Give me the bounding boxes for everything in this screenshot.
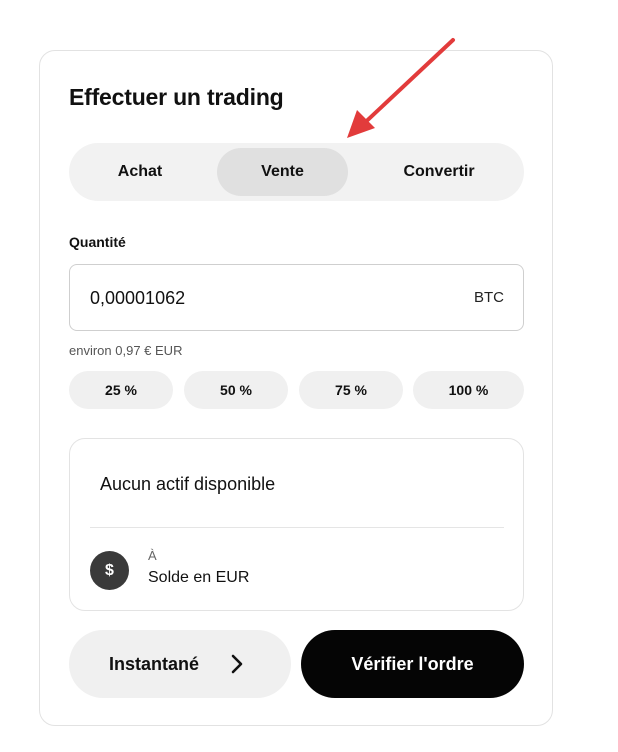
quantity-unit: BTC — [474, 289, 504, 306]
instant-order-button[interactable]: Instantané — [69, 630, 291, 698]
quantity-input[interactable] — [90, 285, 430, 311]
dollar-icon: $ — [90, 551, 129, 590]
trade-type-tabs: Achat Vente Convertir — [69, 143, 524, 201]
balance-eur-label: Solde en EUR — [148, 569, 250, 586]
quantity-field[interactable]: BTC — [69, 264, 524, 331]
chevron-right-icon — [231, 654, 243, 674]
approx-value: environ 0,97 € EUR — [69, 343, 183, 358]
divider — [90, 527, 504, 528]
to-label: À — [148, 548, 157, 563]
instant-order-label: Instantané — [109, 654, 200, 674]
tab-vente[interactable]: Vente — [217, 148, 348, 196]
tab-convertir[interactable]: Convertir — [370, 148, 508, 196]
asset-selector[interactable]: Aucun actif disponible $ À Solde en EUR — [69, 438, 524, 611]
tab-achat[interactable]: Achat — [81, 148, 199, 196]
verify-order-button[interactable]: Vérifier l'ordre — [301, 630, 524, 698]
percent-100-button[interactable]: 100 % — [413, 371, 524, 409]
percent-25-button[interactable]: 25 % — [69, 371, 173, 409]
no-assets-text: Aucun actif disponible — [100, 474, 276, 494]
red-arrow-annotation — [347, 38, 455, 138]
percent-75-button[interactable]: 75 % — [299, 371, 403, 409]
quantity-label: Quantité — [69, 234, 126, 250]
page-title: Effectuer un trading — [69, 84, 284, 110]
percent-50-button[interactable]: 50 % — [184, 371, 288, 409]
